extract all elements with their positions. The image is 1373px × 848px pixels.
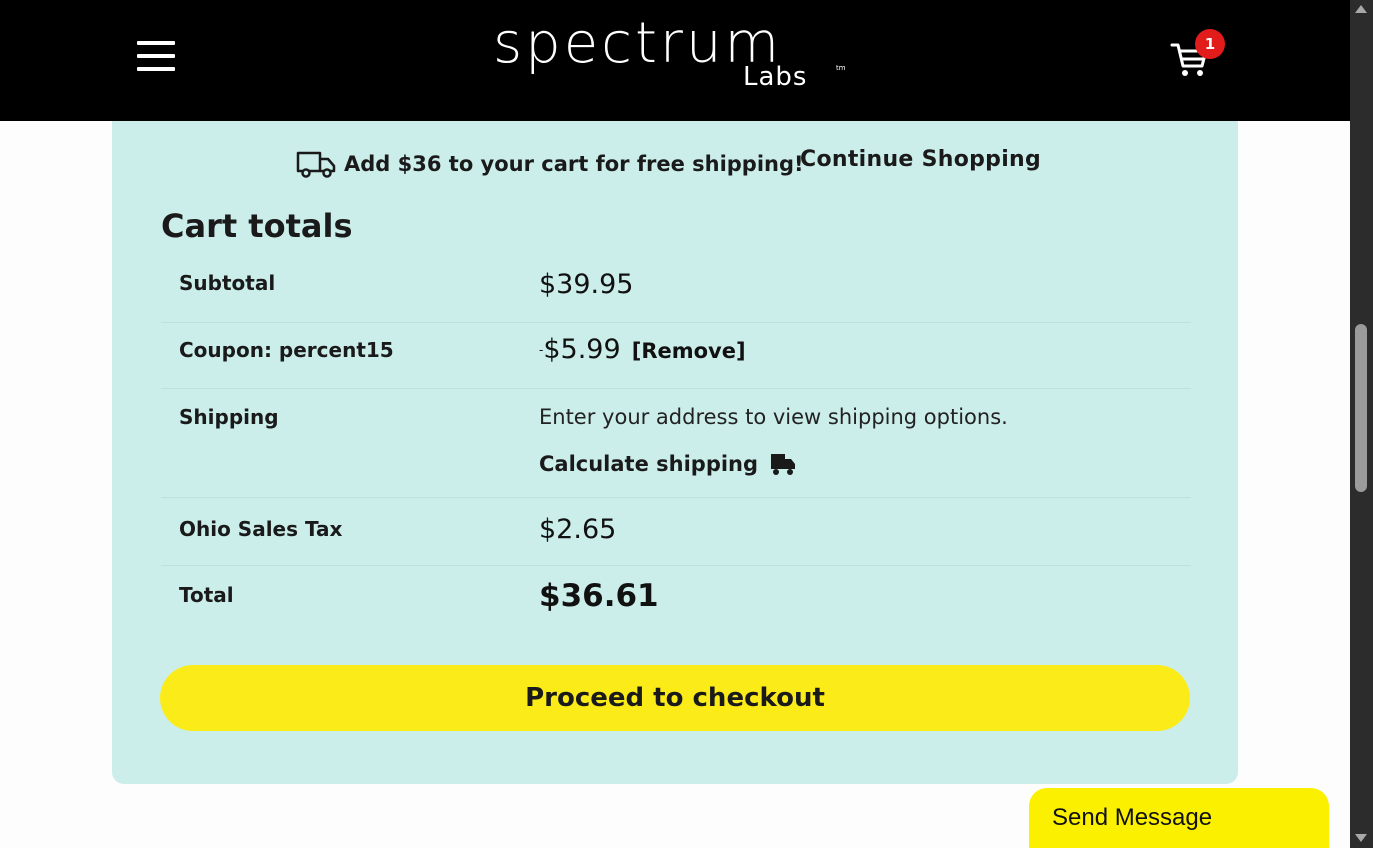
calculate-shipping-label: Calculate shipping	[539, 452, 759, 476]
coupon-discount-value: $5.99	[543, 334, 621, 365]
total-label: Total	[179, 583, 234, 607]
menu-bar	[137, 41, 175, 45]
cart-count-badge: 1	[1195, 29, 1225, 59]
remove-coupon-link[interactable]: [Remove]	[632, 339, 746, 363]
send-message-label: Send Message	[1052, 804, 1213, 831]
tax-label: Ohio Sales Tax	[179, 517, 343, 541]
menu-bar	[137, 67, 175, 71]
row-divider	[161, 322, 1191, 323]
cart-totals-title: Cart totals	[161, 207, 353, 245]
site-logo[interactable]: spectrum Labs tm	[493, 14, 853, 96]
truck-icon	[296, 151, 336, 178]
row-divider	[161, 388, 1191, 389]
row-divider	[161, 497, 1191, 498]
row-divider	[161, 565, 1191, 566]
coupon-minus-sign: -	[539, 343, 544, 357]
site-header: spectrum Labs tm	[0, 0, 1350, 121]
continue-shopping-link[interactable]: Continue Shopping	[800, 147, 1041, 172]
shipping-label: Shipping	[179, 405, 279, 429]
send-message-button[interactable]: Send Message	[1029, 788, 1329, 848]
scrollbar-thumb[interactable]	[1355, 324, 1367, 492]
truck-icon	[771, 454, 796, 475]
subtotal-value: $39.95	[539, 269, 634, 300]
proceed-to-checkout-button[interactable]: Proceed to checkout	[160, 665, 1190, 731]
coupon-value-row: -$5.99 [Remove]	[539, 334, 746, 365]
page-scrollbar[interactable]	[1350, 0, 1373, 848]
free-shipping-text: Add $36 to your cart for free shipping!	[344, 152, 804, 176]
scroll-up-arrow-icon[interactable]	[1355, 5, 1367, 13]
shipping-message: Enter your address to view shipping opti…	[539, 405, 1008, 429]
tax-value: $2.65	[539, 514, 617, 545]
logo-wordmark: spectrum	[493, 11, 782, 76]
total-value: $36.61	[539, 578, 659, 614]
logo-tm: tm	[836, 64, 846, 72]
logo-sub: Labs	[743, 62, 808, 92]
free-shipping-notice: Add $36 to your cart for free shipping!	[296, 146, 804, 182]
menu-icon[interactable]	[137, 41, 175, 71]
calculate-shipping-link[interactable]: Calculate shipping	[539, 452, 796, 476]
menu-bar	[137, 54, 175, 58]
subtotal-label: Subtotal	[179, 271, 276, 295]
scroll-down-arrow-icon[interactable]	[1355, 834, 1367, 842]
coupon-label: Coupon: percent15	[179, 338, 394, 362]
